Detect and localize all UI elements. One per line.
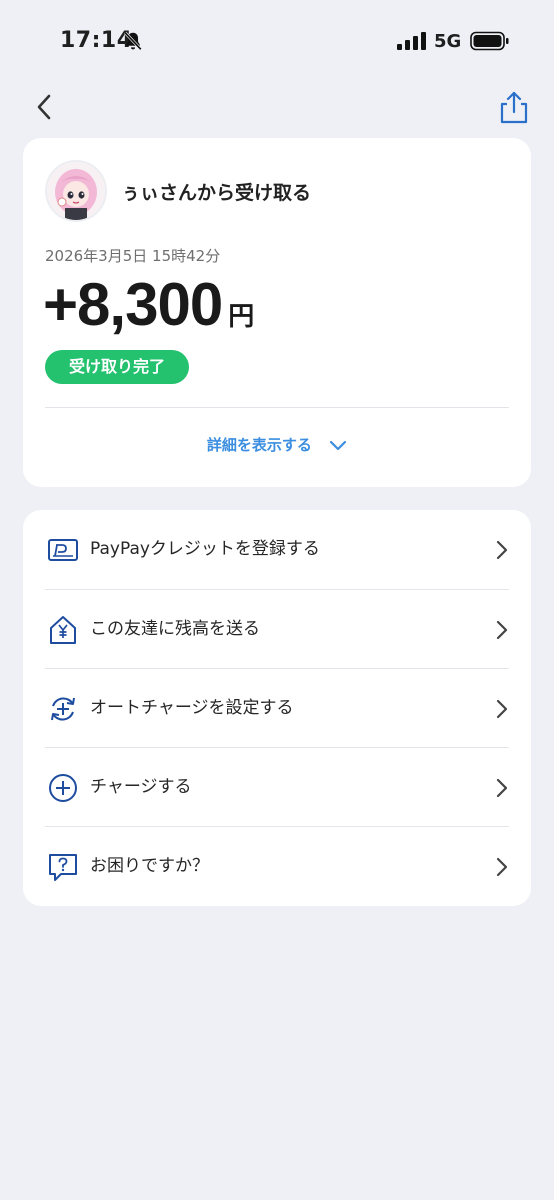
transaction-date: 2026年3月5日 15時42分: [45, 247, 221, 265]
nav-bar: [0, 84, 554, 130]
help-question-icon: [49, 854, 77, 881]
auto-charge-icon: [51, 697, 75, 721]
share-upload-icon[interactable]: [498, 90, 530, 124]
menu-label: オートチャージを設定する: [90, 698, 294, 718]
menu-label: チャージする: [90, 777, 192, 797]
menu-item-register-credit[interactable]: PayPayクレジットを登録する: [23, 510, 531, 589]
menu-item-charge[interactable]: チャージする: [23, 748, 531, 827]
actions-menu-card: PayPayクレジットを登録する この友達に残高を送る オートチャージを設定する: [23, 510, 531, 906]
amount-value: +8,300: [43, 271, 223, 338]
status-bar: 17:14 5G: [0, 0, 554, 84]
signal-bars-icon: [397, 32, 426, 50]
menu-label: お困りですか？: [90, 856, 209, 876]
chevron-right-icon: [496, 857, 508, 877]
bell-slash-icon: [124, 31, 142, 51]
chevron-right-icon: [496, 699, 508, 719]
paypay-credit-card-icon: [48, 539, 78, 561]
send-yen-house-icon: [50, 616, 76, 644]
divider: [45, 407, 509, 408]
menu-item-auto-charge[interactable]: オートチャージを設定する: [23, 669, 531, 748]
show-details-button[interactable]: 詳細を表示する: [23, 434, 531, 455]
chevron-down-icon: [330, 440, 347, 450]
plus-circle-icon: [49, 774, 77, 802]
avatar-image: [47, 162, 105, 220]
chevron-right-icon: [496, 620, 508, 640]
show-details-label: 詳細を表示する: [206, 436, 312, 454]
chevron-right-icon: [496, 540, 508, 560]
menu-item-send-balance[interactable]: この友達に残高を送る: [23, 590, 531, 669]
chevron-left-icon[interactable]: [30, 92, 60, 122]
chevron-right-icon: [496, 778, 508, 798]
amount-row: +8,300 円: [43, 270, 254, 344]
menu-label: PayPayクレジットを登録する: [90, 539, 320, 559]
receive-title: ぅぃさんから受け取る: [121, 182, 312, 204]
status-badge: 受け取り完了: [45, 350, 190, 384]
battery-icon: [470, 31, 509, 51]
network-type: 5G: [434, 31, 462, 52]
menu-label: この友達に残高を送る: [90, 619, 260, 639]
transaction-card: ぅぃさんから受け取る 2026年3月5日 15時42分 +8,300 円 受け取り…: [23, 138, 531, 487]
avatar[interactable]: [45, 160, 107, 222]
currency-label: 円: [228, 302, 255, 332]
menu-item-help[interactable]: お困りですか？: [23, 827, 531, 906]
